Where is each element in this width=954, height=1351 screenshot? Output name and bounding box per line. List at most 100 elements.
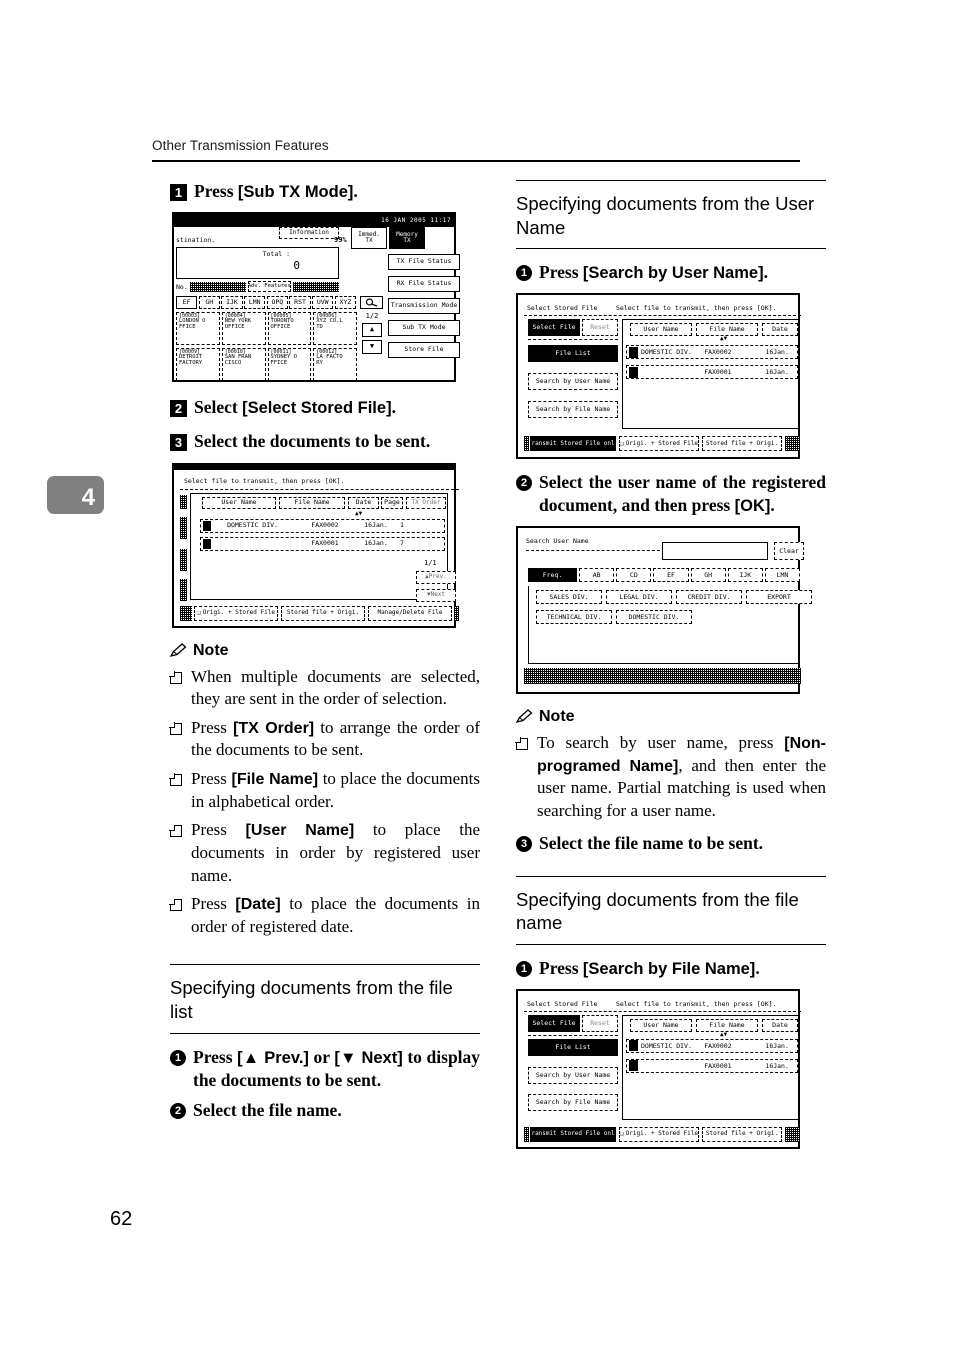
immediate-tx-button[interactable]: Immed. TX (351, 226, 387, 249)
page-indicator: 1/2 (365, 311, 379, 320)
table-row[interactable]: FAX0001 16Jan. (626, 365, 798, 380)
search-by-user-name-button[interactable]: Search by User Name (528, 373, 618, 391)
origi-plus-stored-file-button[interactable]: ❑ Origi. + Stored File (194, 605, 278, 621)
scroll-marker (180, 494, 187, 509)
screenshot-tx-standby: 16 JAN 2005 11:17 stination. Information… (172, 211, 460, 382)
search-by-user-name-button[interactable]: Search by User Name (528, 1066, 618, 1084)
user-name-legal-div[interactable]: LEGAL DIV. (606, 589, 672, 604)
user-name-sales-div[interactable]: SALES DIV. (536, 589, 602, 604)
stored-file-plus-origi-button[interactable]: Stored file + Origi. (281, 605, 365, 621)
column-date[interactable]: Date (348, 496, 379, 509)
right-step-3-text: Select the file name to be sent. (539, 833, 764, 854)
column-date[interactable]: Date (762, 323, 798, 337)
letter-tab-ab[interactable]: AB (579, 567, 615, 582)
stored-file-plus-origi-button[interactable]: Stored file + Origi. (702, 436, 782, 452)
letter-tab-rst[interactable]: RST (289, 295, 311, 309)
scroll-down-icon[interactable]: ▼ (362, 339, 382, 354)
destination-cell[interactable]: [00012] LA FACTO RY (313, 347, 357, 381)
number-field[interactable] (189, 281, 246, 292)
user-name-credit-div[interactable]: CREDIT DIV. (676, 589, 742, 604)
store-file-button[interactable]: Store File (388, 341, 460, 358)
origi-plus-stored-file-button[interactable]: ❑ Origi. + Stored File (619, 1126, 699, 1142)
letter-tab-lmn[interactable]: LMN (764, 567, 801, 582)
right-step-4-pre: Press (539, 957, 583, 978)
letter-tab-opq[interactable]: OPQ (266, 295, 288, 309)
column-user-name[interactable]: User Name (630, 323, 692, 337)
user-name-export[interactable]: EXPORT (746, 589, 812, 604)
user-name-technical-div[interactable]: TECHNICAL DIV. (536, 609, 612, 624)
letter-tab-gh[interactable]: GH (198, 295, 220, 309)
destination-cell[interactable]: [00010] SAN FRAN CISCO (221, 347, 266, 381)
table-row[interactable]: DOMESTIC DIV. FAX0002 16Jan. (626, 1038, 798, 1053)
screenshot-select-stored-file-1: Select Stored File Select file to transm… (516, 293, 801, 460)
tab-select-file[interactable]: Select File (528, 1014, 580, 1032)
destination-line2: FFICE (270, 360, 288, 367)
origi-plus-stored-file-button[interactable]: ❑ Origi. + Stored File (619, 436, 699, 452)
row-file-name: FAX0002 (311, 521, 339, 530)
letter-tab-ijk[interactable]: IJK (727, 567, 763, 582)
memory-tx-button[interactable]: Memory TX (389, 226, 425, 249)
letter-tab-cd[interactable]: CD (616, 567, 652, 582)
table-row[interactable]: DOMESTIC DIV. FAX0002 16Jan. 1 (200, 518, 445, 533)
scroll-up-icon[interactable]: ▲ (362, 322, 382, 337)
search-icon[interactable] (360, 295, 383, 309)
total-value: 0 (293, 258, 300, 272)
letter-tab-row: Freq. AB CD EF GH IJK LMN (528, 567, 801, 582)
information-button[interactable]: Information (279, 226, 339, 239)
column-page[interactable]: Page (381, 496, 403, 509)
table-row[interactable]: FAX0001 16Jan. (626, 1058, 798, 1073)
row-file-name: FAX0002 (704, 1041, 732, 1050)
file-list-button[interactable]: File List (528, 345, 618, 363)
column-file-name[interactable]: File Name (279, 496, 345, 509)
tab-reset[interactable]: Reset (582, 1014, 618, 1032)
letter-tab-uvw[interactable]: UVW (312, 295, 334, 309)
stored-file-plus-origi-button[interactable]: Stored file + Origi. (702, 1126, 782, 1142)
column-user-name[interactable]: User Name (202, 496, 276, 509)
destination-cell[interactable]: [00011] SYDNEY O FFICE (267, 347, 312, 381)
letter-tab-gh[interactable]: GH (690, 567, 726, 582)
table-row[interactable]: DOMESTIC DIV. FAX0002 16Jan. (626, 345, 798, 360)
letter-tab-ef[interactable]: EF (653, 567, 689, 582)
transmit-stored-file-only-button[interactable]: Transmit Stored File only (530, 1126, 616, 1142)
sub-tx-mode-button[interactable]: Sub TX Mode (388, 319, 460, 336)
rx-file-status-button[interactable]: RX File Status (388, 275, 460, 292)
tab-select-file[interactable]: Select File (528, 319, 580, 337)
tab-reset[interactable]: Reset (582, 319, 618, 337)
total-label: Total : (262, 249, 290, 258)
transmit-stored-file-only-button[interactable]: Transmit Stored File only (530, 436, 616, 452)
search-by-file-name-button[interactable]: Search by File Name (528, 1093, 618, 1111)
note-pre: To search by user name, press (537, 732, 785, 752)
clear-button[interactable]: Clear (774, 541, 804, 560)
letter-tab-ef[interactable]: EF (176, 295, 198, 309)
letter-tab-ijk[interactable]: IJK (221, 295, 243, 309)
adv-features-button[interactable]: Adv. Features (247, 281, 291, 293)
letter-tab-lmn[interactable]: LMN (244, 295, 266, 309)
destination-cell[interactable]: [00004] NEW YORK OFFICE (221, 311, 266, 345)
search-input[interactable] (662, 541, 768, 560)
next-button[interactable]: ▼Next (416, 588, 456, 602)
user-name-domestic-div[interactable]: DOMESTIC DIV. (616, 609, 692, 624)
column-tx-order[interactable]: TX Order (406, 496, 446, 509)
destination-cell[interactable]: [00009] DETROIT FACTORY (176, 347, 220, 381)
manage-delete-file-button[interactable]: Manage/Delete File (368, 605, 452, 621)
column-date[interactable]: Date (762, 1018, 798, 1032)
file-list-button[interactable]: File List (528, 1038, 618, 1056)
pencil-icon (169, 643, 187, 658)
transmission-mode-button[interactable]: Transmission Mode (388, 297, 460, 314)
destination-cell[interactable]: [00006] XYZ CO.L TD (313, 311, 357, 345)
table-row[interactable]: FAX0001 16Jan. 7 (200, 536, 445, 551)
destination-line2: RY (316, 360, 323, 367)
file-list-prompt: Select file to transmit, then press [OK]… (184, 476, 345, 485)
letter-tab-xyz[interactable]: XYZ (334, 295, 356, 309)
destination-cell[interactable]: [00003] LONDON O FFICE (176, 311, 220, 345)
tx-file-status-button[interactable]: TX File Status (388, 253, 460, 270)
user-name-row-2: TECHNICAL DIV. DOMESTIC DIV. (536, 609, 692, 624)
column-user-name[interactable]: User Name (630, 1018, 692, 1032)
destination-cell[interactable]: [00005] TORONTO OFFICE (267, 311, 312, 345)
prev-button[interactable]: ▲Prev. (416, 570, 456, 584)
file-icon (629, 346, 638, 358)
search-by-file-name-button[interactable]: Search by File Name (528, 401, 618, 419)
letter-tab-freq[interactable]: Freq. (528, 567, 578, 582)
row-user-name: DOMESTIC DIV. (227, 521, 278, 530)
note-item: Press [User Name] to place the documents… (169, 819, 480, 887)
